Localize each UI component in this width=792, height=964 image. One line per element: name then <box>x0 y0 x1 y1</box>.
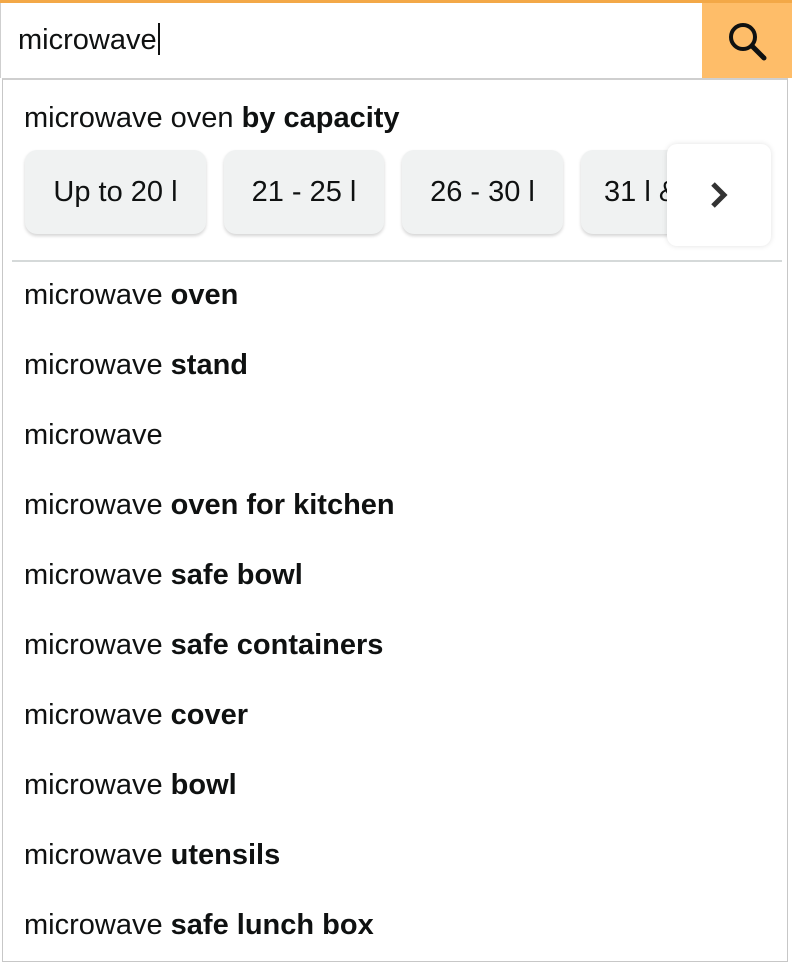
search-bar: microwave <box>0 3 792 78</box>
suggestion-item[interactable]: microwave safe bowl <box>24 540 303 610</box>
suggestion-prefix: microwave <box>24 769 163 801</box>
text-cursor <box>157 23 160 56</box>
suggestion-prefix: microwave <box>24 909 163 941</box>
suggestion-suffix: safe lunch box <box>170 909 374 941</box>
chevron-right-icon <box>711 182 728 208</box>
search-button[interactable] <box>702 3 792 78</box>
suggestion-prefix: microwave <box>24 279 163 311</box>
suggestion-suffix: safe containers <box>170 629 384 661</box>
suggestion-prefix: microwave <box>24 349 163 381</box>
suggestion-suffix: utensils <box>170 839 281 871</box>
suggestion-suffix: bowl <box>170 769 237 801</box>
suggestions-dropdown: microwave oven by capacity Up to 20 l 21… <box>2 78 788 962</box>
capacity-heading-suffix: by capacity <box>241 102 400 134</box>
capacity-chips: Up to 20 l 21 - 25 l 26 - 30 l 31 l & <box>3 144 787 246</box>
search-input[interactable]: microwave <box>0 3 702 78</box>
suggestion-item[interactable]: microwave oven <box>24 260 238 330</box>
suggestion-item[interactable]: microwave utensils <box>24 820 280 890</box>
suggestion-item[interactable]: microwave stand <box>24 330 248 400</box>
search-icon <box>729 22 767 60</box>
capacity-chip-up-to-20[interactable]: Up to 20 l <box>25 150 206 234</box>
suggestion-item[interactable]: microwave cover <box>24 680 248 750</box>
suggestion-prefix: microwave <box>24 629 163 661</box>
suggestion-item[interactable]: microwave oven for kitchen <box>24 470 395 540</box>
suggestion-item[interactable]: microwave safe containers <box>24 610 383 680</box>
suggestion-item[interactable]: microwave <box>24 400 163 470</box>
capacity-chip-26-30[interactable]: 26 - 30 l <box>402 150 563 234</box>
search-input-text[interactable]: microwave <box>18 20 160 60</box>
capacity-heading: microwave oven by capacity <box>24 98 400 138</box>
suggestion-prefix: microwave <box>24 839 163 871</box>
suggestion-item[interactable]: microwave bowl <box>24 750 237 820</box>
chips-next-button[interactable] <box>667 144 771 246</box>
suggestion-prefix: microwave <box>24 489 163 521</box>
suggestion-suffix: oven <box>170 279 239 311</box>
suggestion-prefix: microwave <box>24 419 163 451</box>
capacity-chip-21-25[interactable]: 21 - 25 l <box>224 150 384 234</box>
suggestion-suffix: safe bowl <box>170 559 303 591</box>
suggestion-suffix: cover <box>170 699 249 731</box>
suggestion-suffix: stand <box>170 349 248 381</box>
capacity-heading-prefix: microwave oven <box>24 102 234 134</box>
suggestion-item[interactable]: microwave safe lunch box <box>24 890 374 960</box>
suggestion-prefix: microwave <box>24 559 163 591</box>
suggestion-suffix: oven for kitchen <box>170 489 395 521</box>
search-input-value: microwave <box>18 24 157 56</box>
suggestion-prefix: microwave <box>24 699 163 731</box>
